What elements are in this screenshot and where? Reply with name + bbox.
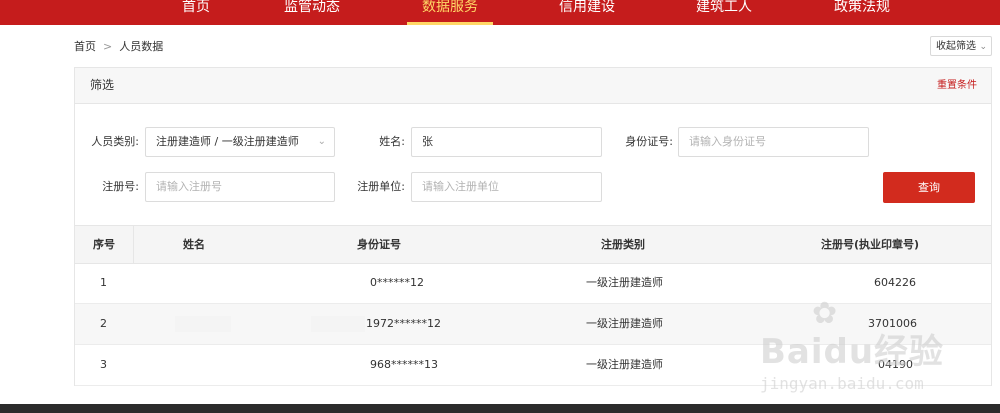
nav-item-workers[interactable]: 建筑工人: [664, 0, 784, 22]
person-type-label: 人员类别:: [91, 135, 139, 148]
cell-index: 2: [100, 317, 107, 330]
collapse-filter-label: 收起筛选: [936, 41, 976, 52]
nav-item-supervision[interactable]: 监管动态: [252, 0, 372, 22]
header-reg-type: 注册类别: [601, 238, 645, 251]
cell-reg-type: 一级注册建造师: [586, 276, 663, 289]
reset-filter-link[interactable]: 重置条件: [937, 68, 977, 103]
header-reg-number: 注册号(执业印章号): [821, 238, 920, 251]
watermark-brand: Baidu经验: [760, 332, 945, 372]
watermark-url: jingyan.baidu.com: [760, 374, 924, 393]
nav-item-data-service[interactable]: 数据服务: [390, 0, 510, 22]
cell-id-number: 0******12: [370, 276, 424, 289]
filter-panel: 筛选 重置条件 人员类别: 注册建造师 / 一级注册建造师 ⌄ 姓名: 张 身份…: [74, 67, 992, 226]
id-number-label: 身份证号:: [625, 135, 673, 148]
name-label: 姓名:: [379, 135, 405, 148]
top-navigation: 首页 监管动态 数据服务 信用建设 建筑工人 政策法规: [0, 0, 1000, 25]
cell-reg-type: 一级注册建造师: [586, 358, 663, 371]
filter-title: 筛选: [90, 78, 115, 92]
bottom-bar: [0, 404, 1000, 413]
header-name: 姓名: [183, 238, 205, 251]
chevron-right-icon: >: [103, 40, 113, 53]
table-header: 序号 姓名 身份证号 注册类别 注册号(执业印章号): [75, 226, 991, 264]
column-divider: [133, 226, 134, 263]
query-button[interactable]: 查询: [883, 172, 975, 203]
breadcrumb-current: 人员数据: [119, 40, 164, 53]
header-id-number: 身份证号: [357, 238, 401, 251]
breadcrumb: 首页 > 人员数据: [74, 39, 163, 55]
nav-item-home[interactable]: 首页: [136, 0, 256, 22]
reg-number-label: 注册号:: [102, 180, 139, 193]
filter-header: 筛选 重置条件: [75, 68, 991, 104]
nav-item-policy[interactable]: 政策法规: [802, 0, 922, 22]
chevron-down-icon: ⌄: [317, 136, 326, 147]
chevron-down-icon: ⌄: [979, 42, 987, 52]
person-type-value: 注册建造师 / 一级注册建造师: [156, 135, 299, 148]
cell-index: 1: [100, 276, 107, 289]
collapse-filter-button[interactable]: 收起筛选 ⌄: [930, 36, 992, 56]
reg-unit-input[interactable]: 请输入注册单位: [411, 172, 602, 202]
breadcrumb-home[interactable]: 首页: [74, 39, 96, 55]
baidu-watermark: ✿ Baidu经验 jingyan.baidu.com: [760, 296, 970, 406]
cell-index: 3: [100, 358, 107, 371]
cell-reg-type: 一级注册建造师: [586, 317, 663, 330]
nav-item-credit[interactable]: 信用建设: [527, 0, 647, 22]
reg-number-input[interactable]: 请输入注册号: [145, 172, 335, 202]
redacted-id-prefix: [311, 316, 365, 332]
cell-id-number: 1972******12: [366, 317, 441, 330]
name-input[interactable]: 张: [411, 127, 602, 157]
redacted-name: [175, 316, 231, 332]
person-type-select[interactable]: 注册建造师 / 一级注册建造师 ⌄: [145, 127, 335, 157]
id-number-input[interactable]: 请输入身份证号: [678, 127, 869, 157]
reg-unit-label: 注册单位:: [357, 180, 405, 193]
header-index: 序号: [93, 238, 115, 251]
cell-id-number: 968******13: [370, 358, 438, 371]
